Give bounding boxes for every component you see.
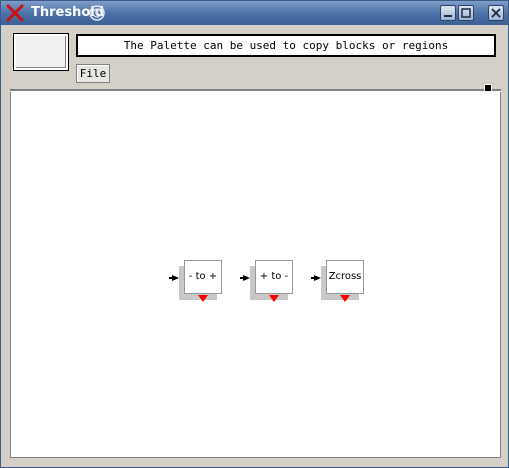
- window: Threshold The Palette can be used to cop…: [0, 0, 509, 468]
- x-logo-icon[interactable]: [6, 4, 24, 22]
- block-pos-to-neg[interactable]: + to -: [240, 260, 298, 308]
- minimize-button[interactable]: [440, 5, 456, 21]
- input-port-arrow[interactable]: [314, 275, 321, 281]
- input-port-arrow[interactable]: [172, 275, 179, 281]
- resize-marker[interactable]: [484, 84, 492, 92]
- output-port-arrow[interactable]: [198, 295, 208, 302]
- block-label: + to -: [255, 260, 293, 294]
- swirl-icon: [89, 5, 105, 21]
- maximize-button[interactable]: [458, 5, 474, 21]
- maximize-icon: [461, 8, 471, 18]
- message-text: The Palette can be used to copy blocks o…: [78, 36, 494, 55]
- close-button[interactable]: [488, 5, 504, 21]
- output-port-arrow[interactable]: [269, 295, 279, 302]
- block-neg-to-pos[interactable]: - to +: [169, 260, 227, 308]
- palette-button-face: [14, 34, 68, 70]
- titlebar[interactable]: Threshold: [1, 1, 508, 25]
- toolbar: The Palette can be used to copy blocks o…: [8, 28, 503, 90]
- minimize-icon: [444, 15, 452, 17]
- close-icon: [491, 8, 501, 18]
- palette-button[interactable]: [13, 33, 69, 71]
- diagram-canvas[interactable]: - to + + to - Zcross: [10, 92, 501, 458]
- input-port-arrow[interactable]: [243, 275, 250, 281]
- output-port-arrow[interactable]: [340, 295, 350, 302]
- block-label: - to +: [184, 260, 222, 294]
- block-label: Zcross: [326, 260, 364, 294]
- file-menu-button[interactable]: File: [76, 64, 110, 83]
- block-zcross[interactable]: Zcross: [311, 260, 369, 308]
- message-box: The Palette can be used to copy blocks o…: [76, 34, 496, 57]
